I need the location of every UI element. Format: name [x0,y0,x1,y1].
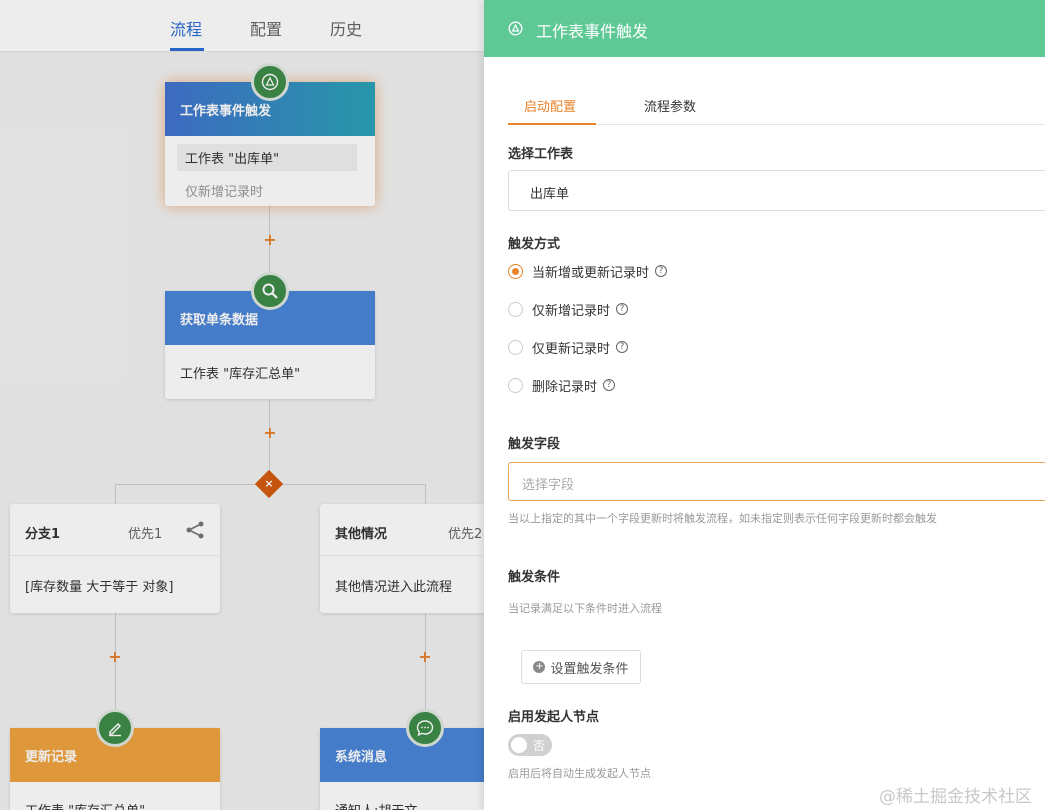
radio-unchecked[interactable] [508,339,523,355]
radio-label: 仅更新记录时 [532,341,611,357]
panel-title: 工作表事件触发 [536,22,649,41]
help-icon[interactable]: ? [616,303,629,315]
radio-label: 仅新增记录时 [532,303,611,319]
sheet-select[interactable]: 出库单 [508,170,1045,211]
trigger-field-label: 触发字段 [508,437,561,452]
sheet-label: 选择工作表 [508,147,574,162]
tab-start-config[interactable]: 启动配置 [524,96,576,115]
tab-flow-params[interactable]: 流程参数 [644,96,696,115]
trigger-mode-label: 触发方式 [508,237,561,252]
trigger-condition-hint: 当记录满足以下条件时进入流程 [508,602,662,615]
radio-update-only[interactable]: 仅更新记录时 ? [508,338,629,357]
initiator-label: 启用发起人节点 [508,710,600,725]
set-condition-label: 设置触发条件 [550,661,629,677]
radio-add-only[interactable]: 仅新增记录时 ? [508,300,629,319]
trigger-icon [508,21,523,40]
radio-label: 删除记录时 [532,379,598,395]
initiator-hint: 启用后将自动生成发起人节点 [508,767,651,780]
radio-add-or-update[interactable]: 当新增或更新记录时 ? [508,262,668,281]
radio-delete[interactable]: 删除记录时 ? [508,376,616,395]
radio-label: 当新增或更新记录时 [532,265,650,281]
trigger-field-input[interactable]: 选择字段 [508,462,1045,501]
help-icon[interactable]: ? [655,265,668,277]
tab-active-indicator [508,123,596,125]
initiator-toggle[interactable]: 否 [508,734,552,756]
radio-checked[interactable] [508,263,523,279]
set-condition-button[interactable]: + 设置触发条件 [521,650,641,684]
toggle-label: 否 [533,739,546,753]
help-icon[interactable]: ? [616,341,629,353]
toggle-knob [511,737,527,753]
help-icon[interactable]: ? [603,379,616,391]
trigger-field-hint: 当以上指定的其中一个字段更新时将触发流程，如未指定则表示任何字段更新时都会触发 [508,512,937,525]
plus-circle-icon: + [533,661,546,673]
canvas-dim-overlay [0,0,484,810]
trigger-condition-label: 触发条件 [508,570,561,585]
watermark: @稀土掘金技术社区 [879,787,1032,807]
trigger-config-panel: 工作表事件触发 启动配置 流程参数 选择工作表 出库单 触发方式 当新增或更新记… [484,0,1045,810]
radio-unchecked[interactable] [508,377,523,393]
radio-unchecked[interactable] [508,301,523,317]
panel-header: 工作表事件触发 [484,0,1045,57]
